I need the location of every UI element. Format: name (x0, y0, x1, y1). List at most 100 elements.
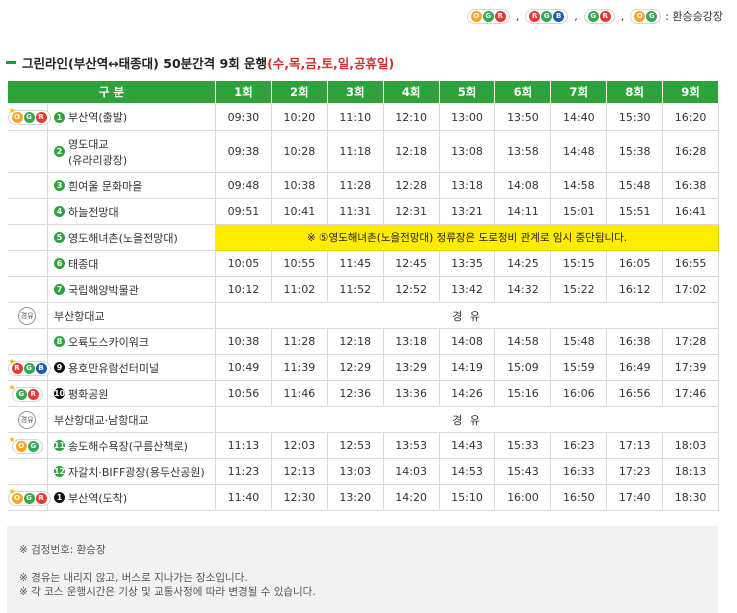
departure-time: 15:33 (494, 432, 552, 459)
stop-name: 평화공원 (68, 387, 109, 401)
header-run: 9회 (662, 80, 720, 104)
star-icon: ★ (8, 383, 16, 392)
departure-time: 13:18 (382, 328, 440, 355)
transfer-dot-r-icon: R (35, 112, 47, 123)
footer-notes: ※ 검정번호: 환승장 ※ 경유는 내리지 않고, 버스로 지나가는 장소입니다… (7, 526, 718, 613)
departure-time: 10:28 (270, 130, 328, 173)
departure-time: 15:48 (606, 172, 664, 199)
departure-time: 12:28 (382, 172, 440, 199)
via-icon: 경유 (18, 410, 37, 429)
table-row: 7 국립해양박물관 10:12 11:02 11:52 12:52 13:42 14:32 15… (7, 276, 720, 303)
stop-number-badge: 1 (54, 111, 65, 123)
stop-number-badge: 12 (53, 466, 66, 477)
departure-time: 12:13 (270, 458, 328, 485)
header-run: 6회 (494, 80, 552, 104)
stop-transfer-cell (7, 224, 48, 251)
header-run: 1회 (215, 80, 272, 104)
header-run: 8회 (606, 80, 664, 104)
stop-transfer-cell: ★ O G R (7, 103, 51, 131)
stop-name: 영도대교 (유라리광장) (68, 137, 128, 167)
departure-time: 12:10 (382, 103, 440, 131)
departure-time: 16:06 (550, 380, 608, 407)
departure-time: 17:13 (606, 432, 664, 459)
stop-name-cell: 12 자갈치·BIFF광장(용두산공원) (46, 458, 217, 485)
departure-time: 15:30 (606, 103, 664, 131)
departure-time: 11:40 (215, 484, 272, 511)
header-run: 7회 (550, 80, 608, 104)
departure-time: 11:39 (270, 354, 328, 381)
departure-time: 10:41 (270, 198, 328, 225)
transfer-dot-g-icon: G (587, 10, 599, 22)
departure-time: 10:05 (215, 250, 272, 277)
table-row: 6 태종대 10:05 10:55 11:45 12:45 13:35 14:25 15:15 1… (7, 250, 720, 277)
departure-time: 18:30 (662, 484, 720, 511)
table-row: 8 오륙도스카이워크 10:38 11:28 12:18 13:18 14:08 14:58 1… (7, 328, 720, 355)
transfer-legend: OGR,RGB,GR,OG: 환승승강장 (466, 8, 723, 24)
stop-name: 부산역(도착) (68, 491, 128, 505)
departure-time: 13:03 (326, 458, 384, 485)
transfer-dot-o-icon: O (470, 10, 482, 22)
departure-time: 15:09 (494, 354, 552, 381)
route-title: 그린라인(부산역↔태종대) 50분간격 9회 운행 (수,목,금,토,일,공휴일… (6, 53, 394, 72)
departure-time: 12:45 (382, 250, 440, 277)
departure-time: 15:15 (550, 250, 608, 277)
stop-name: 하늘전망대 (68, 205, 119, 219)
departure-time: 11:46 (270, 380, 328, 407)
departure-time: 15:48 (550, 328, 608, 355)
departure-time: 16:33 (550, 458, 608, 485)
departure-time: 14:03 (382, 458, 440, 485)
transfer-dot-r-icon: R (494, 10, 506, 22)
stop-name-cell: 8 오륙도스카이워크 (46, 328, 217, 355)
departure-time: 16:38 (662, 172, 720, 199)
departure-time: 11:28 (326, 172, 384, 199)
legend-transfer-icon: GR (583, 8, 615, 24)
title-marker (6, 61, 16, 64)
star-icon: ★ (8, 487, 16, 496)
departure-time: 13:21 (438, 198, 496, 225)
departure-time: 14:19 (438, 354, 496, 381)
stop-name: 영도해녀촌(노을전망대) (68, 231, 178, 245)
departure-time: 09:51 (215, 198, 272, 225)
departure-time: 16:05 (606, 250, 664, 277)
header-category: 구 분 (6, 80, 217, 104)
transfer-dot-r-icon: R (529, 10, 541, 22)
departure-time: 14:53 (438, 458, 496, 485)
departure-time: 10:56 (215, 380, 272, 407)
transfer-dot-b-icon: B (35, 362, 47, 374)
table-row: ★ O G R 1 부산역(출발) 09:30 10:20 11:10 12:10 13:00 13:… (7, 103, 720, 131)
transfer-dot-r-icon: R (27, 388, 39, 400)
transfer-dot-r-icon: R (35, 492, 47, 504)
title-days: (수,목,금,토,일,공휴일) (267, 56, 395, 71)
stop-name: 부산항대교·남항대교 (54, 413, 149, 427)
departure-time: 16:12 (606, 276, 664, 303)
header-run: 5회 (438, 80, 496, 104)
stop-name-cell: 7 국립해양박물관 (46, 276, 217, 303)
stop-name-cell: 부산항대교 (46, 302, 217, 329)
stop-name: 부산항대교 (54, 309, 105, 323)
departure-time: 16:50 (550, 484, 608, 511)
departure-time: 16:28 (662, 130, 720, 173)
departure-time: 13:00 (438, 103, 496, 131)
transfer-dot-g-icon: G (27, 440, 39, 452)
departure-time: 16:20 (662, 103, 720, 131)
legend-separator: , (515, 9, 520, 23)
stop-transfer-cell (7, 172, 48, 199)
departure-time: 12:29 (326, 354, 384, 381)
stop-name: 용호만유람선터미널 (68, 361, 160, 375)
transfer-badge-icon: OG (11, 438, 43, 454)
star-icon: ★ (8, 357, 16, 366)
departure-time: 15:16 (494, 380, 552, 407)
stop-name-cell: 9 용호만유람선터미널 (46, 354, 217, 381)
transfer-dot-g-icon: G (23, 362, 35, 374)
departure-time: 14:25 (494, 250, 552, 277)
table-row: 2영도대교 (유라리광장) 09:38 10:28 11:18 12:18 13:08 13… (7, 130, 720, 173)
table-row: ★ R G B 9 용호만유람선터미널 10:49 11:39 12:29 13:29 14:19 1… (7, 354, 720, 381)
departure-time: 12:30 (270, 484, 328, 511)
stop-number-badge: 5 (54, 232, 65, 243)
departure-time: 13:50 (494, 103, 552, 131)
departure-time: 14:08 (438, 328, 496, 355)
transfer-dot-r-icon: R (599, 10, 611, 22)
departure-time: 13:29 (382, 354, 440, 381)
stop-name-cell: 10 평화공원 (46, 380, 217, 407)
stop-transfer-cell: ★ G R (7, 380, 48, 407)
